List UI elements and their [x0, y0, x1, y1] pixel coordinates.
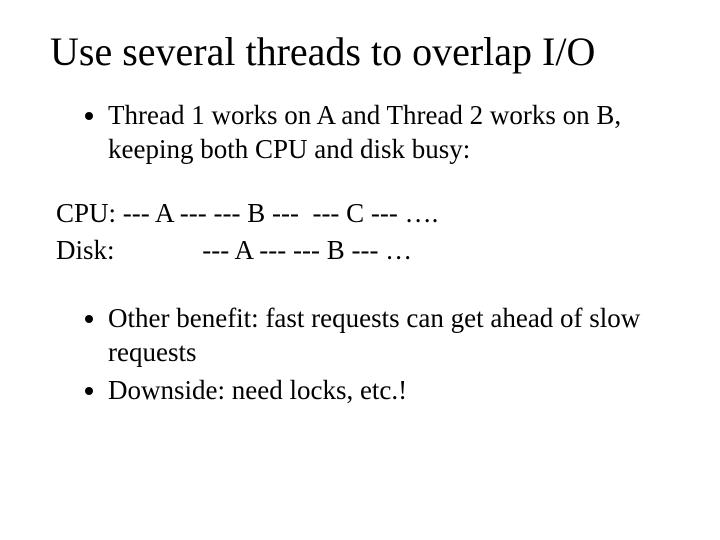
- bullet-list-bottom: Other benefit: fast requests can get ahe…: [80, 302, 680, 407]
- bullet-item: Thread 1 works on A and Thread 2 works o…: [108, 99, 680, 167]
- timeline-disk: Disk: --- A --- --- B --- …: [56, 235, 412, 265]
- slide-body: Thread 1 works on A and Thread 2 works o…: [80, 99, 680, 407]
- timeline-cpu: CPU: --- A --- --- B --- --- C --- ….: [56, 198, 438, 228]
- bullet-item: Other benefit: fast requests can get ahe…: [108, 302, 680, 370]
- slide-title: Use several threads to overlap I/O: [50, 28, 680, 75]
- timeline-block: CPU: --- A --- --- B --- --- C --- …. Di…: [56, 195, 680, 271]
- bullet-list-top: Thread 1 works on A and Thread 2 works o…: [80, 99, 680, 167]
- bullet-item: Downside: need locks, etc.!: [108, 374, 680, 408]
- slide: Use several threads to overlap I/O Threa…: [0, 0, 720, 540]
